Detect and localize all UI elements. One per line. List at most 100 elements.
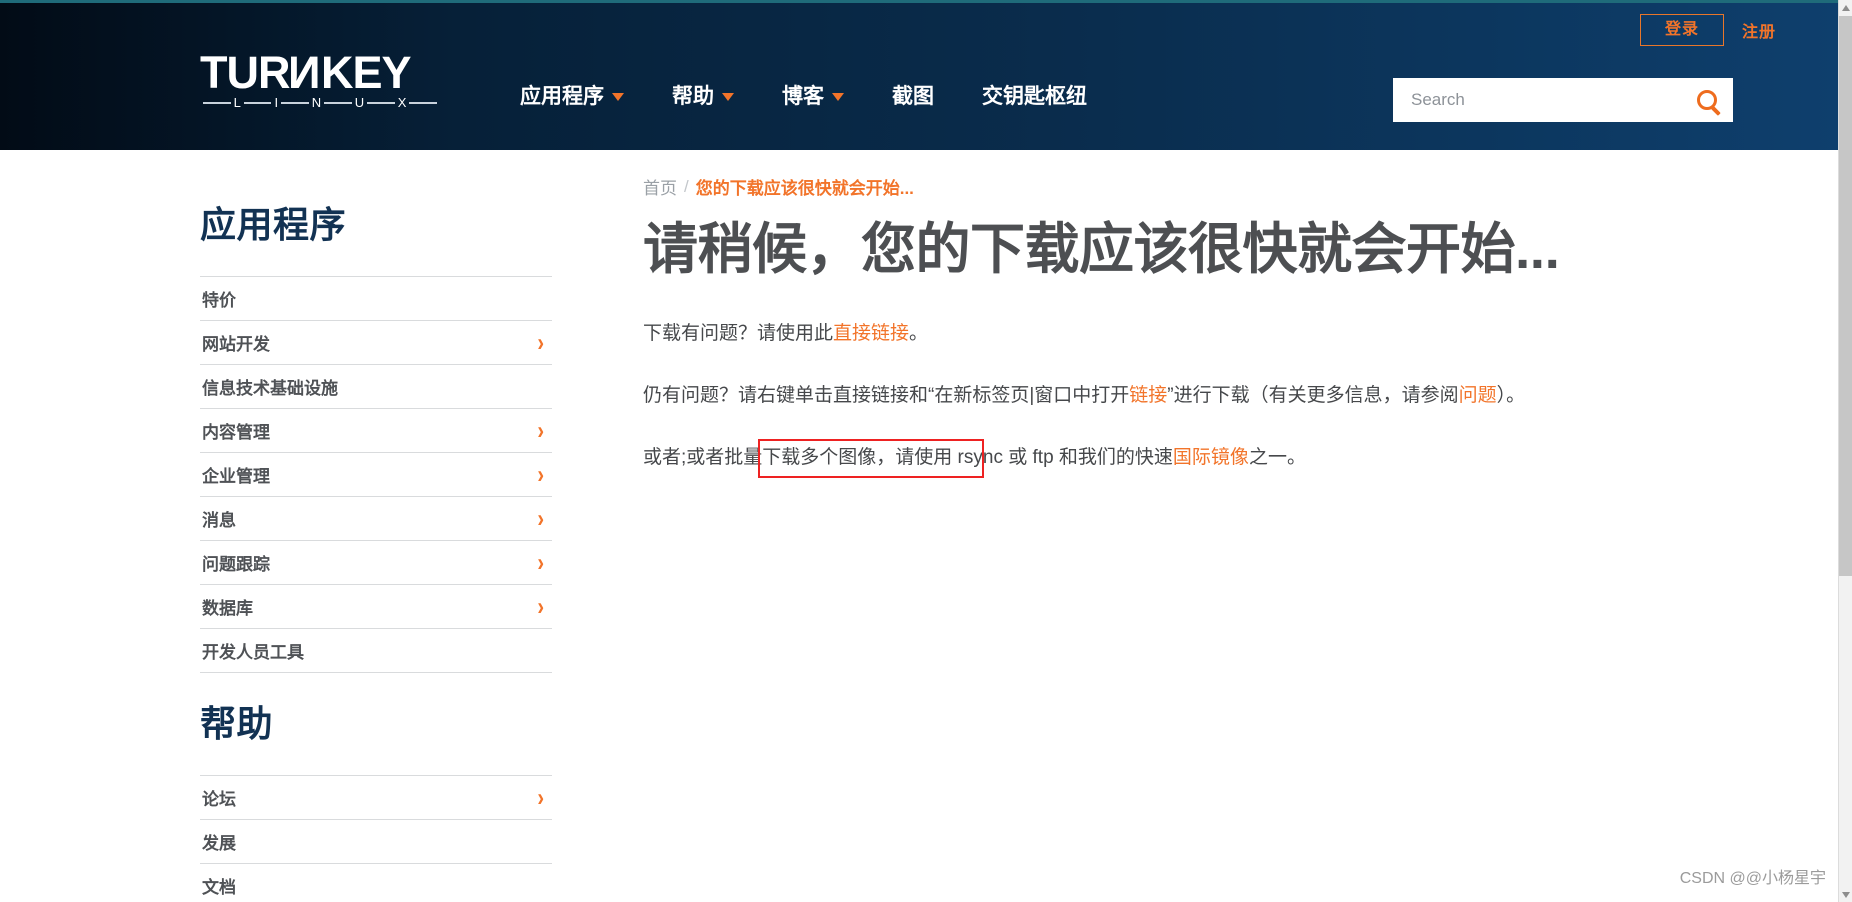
logo-dash	[281, 102, 309, 104]
sidebar-item-it-infrastructure[interactable]: 信息技术基础设施	[200, 365, 552, 409]
site-header: 登录 注册 TURNKEY L I N U X 应用程序 帮助 博客 截图 交钥…	[0, 0, 1838, 150]
paragraph-text: 下载有问题？请使用此	[643, 323, 834, 344]
login-button[interactable]: 登录	[1639, 14, 1724, 46]
logo-dash	[243, 102, 272, 104]
page-root: 登录 注册 TURNKEY L I N U X 应用程序 帮助 博客 截图 交钥…	[0, 0, 1852, 902]
chevron-up-icon	[1842, 4, 1850, 11]
chevron-right-icon: ›	[537, 592, 544, 621]
logo-wordmark: TURNKEY	[200, 47, 445, 98]
chevron-down-icon	[1842, 891, 1850, 898]
sidebar: 应用程序 特价 网站开发 › 信息技术基础设施 内容管理 › 企业管理 › 消息…	[200, 174, 552, 902]
chevron-right-icon: ›	[537, 460, 544, 489]
sidebar-item-label: 问题跟踪	[202, 555, 270, 574]
nav-item-label: 帮助	[672, 85, 714, 108]
sidebar-item-documentation[interactable]: 文档	[200, 864, 552, 902]
sidebar-list-help: 论坛 › 发展 文档	[200, 775, 552, 902]
paragraph-text: 仍有问题？请右键单击直接链接和“在新标签页|窗口中打开	[643, 385, 1130, 406]
watermark: CSDN @@小杨星宇	[1679, 870, 1826, 887]
sidebar-item-forum[interactable]: 论坛 ›	[200, 776, 552, 820]
chevron-right-icon: ›	[537, 328, 544, 357]
chevron-right-icon: ›	[537, 783, 544, 812]
breadcrumb-separator: /	[684, 176, 689, 196]
nav-item-turnkey-hub[interactable]: 交钥匙枢纽	[982, 80, 1087, 110]
sidebar-item-developer-tools[interactable]: 开发人员工具	[200, 629, 552, 673]
chevron-down-icon	[722, 93, 734, 101]
sidebar-item-web-development[interactable]: 网站开发 ›	[200, 321, 552, 365]
breadcrumb-current[interactable]: 您的下载应该很快就会开始...	[696, 174, 914, 199]
paragraph-direct-link: 下载有问题？请使用此直接链接。	[643, 319, 1663, 349]
sidebar-item-label: 信息技术基础设施	[202, 379, 338, 398]
paragraph-text: 或者;或者批量下载多个图像，请使用 rsync 或 ftp 和我们的快速	[643, 447, 1173, 468]
sidebar-item-label: 论坛	[202, 790, 236, 809]
breadcrumb: 首页 / 您的下载应该很快就会开始...	[643, 174, 1798, 199]
logo-sub-letter: U	[354, 95, 365, 110]
paragraph-still-problems: 仍有问题？请右键单击直接链接和“在新标签页|窗口中打开链接”进行下载（有关更多信…	[643, 381, 1663, 411]
logo-sub-letter: X	[397, 95, 407, 110]
auth-bar: 登录 注册	[1639, 14, 1776, 46]
nav-item-label: 截图	[892, 85, 934, 108]
chevron-right-icon: ›	[537, 416, 544, 445]
vertical-scrollbar[interactable]	[1838, 0, 1852, 902]
direct-link[interactable]: 直接链接	[833, 323, 909, 344]
sidebar-item-label: 开发人员工具	[202, 643, 304, 662]
sidebar-heading-apps: 应用程序	[200, 204, 347, 245]
scrollbar-down-button[interactable]	[1839, 887, 1852, 902]
logo-sub-letter: I	[274, 95, 279, 110]
search-button[interactable]	[1681, 78, 1733, 122]
scrollbar-up-button[interactable]	[1839, 0, 1852, 15]
sidebar-item-messaging[interactable]: 消息 ›	[200, 497, 552, 541]
sidebar-item-label: 数据库	[202, 599, 253, 618]
header-top-accent-line	[0, 0, 1838, 3]
logo-sub-letter: N	[311, 95, 322, 110]
logo-reversed-n: N	[289, 47, 321, 98]
sidebar-item-enterprise-management[interactable]: 企业管理 ›	[200, 453, 552, 497]
search-icon	[1697, 90, 1717, 110]
sidebar-item-label: 内容管理	[202, 423, 270, 442]
issue-link[interactable]: 问题	[1459, 385, 1497, 406]
logo-dash	[367, 102, 395, 104]
main-content: 首页 / 您的下载应该很快就会开始... 请稍候，您的下载应该很快就会开始...…	[552, 174, 1838, 902]
logo-text-part1: TUR	[200, 47, 290, 98]
chevron-right-icon: ›	[537, 504, 544, 533]
sidebar-heading-help: 帮助	[200, 703, 274, 744]
open-link-link[interactable]: 链接	[1129, 385, 1167, 406]
nav-item-apps[interactable]: 应用程序	[520, 80, 624, 110]
logo-subtitle-linux: L I N U X	[200, 95, 440, 110]
register-link[interactable]: 注册	[1742, 18, 1776, 42]
sidebar-item-development[interactable]: 发展	[200, 820, 552, 864]
sidebar-item-issue-tracking[interactable]: 问题跟踪 ›	[200, 541, 552, 585]
nav-item-screenshots[interactable]: 截图	[892, 80, 934, 110]
logo-text-part2: KEY	[320, 47, 412, 98]
search-box[interactable]	[1393, 78, 1733, 122]
paragraph-bulk-download: 或者;或者批量下载多个图像，请使用 rsync 或 ftp 和我们的快速国际镜像…	[643, 443, 1663, 473]
sidebar-item-label: 文档	[202, 878, 236, 897]
logo-sub-letter: L	[233, 95, 241, 110]
nav-item-label: 应用程序	[520, 85, 604, 108]
chevron-down-icon	[612, 93, 624, 101]
page-content: 应用程序 特价 网站开发 › 信息技术基础设施 内容管理 › 企业管理 › 消息…	[0, 150, 1838, 902]
breadcrumb-home-link[interactable]: 首页	[643, 174, 677, 199]
search-input[interactable]	[1393, 79, 1681, 121]
sidebar-item-label: 发展	[202, 834, 236, 853]
paragraph-text: ）。	[1496, 385, 1526, 406]
scrollbar-thumb[interactable]	[1839, 16, 1852, 576]
sidebar-item-label: 网站开发	[202, 335, 270, 354]
paragraph-text: ”进行下载（有关更多信息，请参阅	[1167, 385, 1459, 406]
logo-dash	[203, 102, 231, 104]
site-logo[interactable]: TURNKEY L I N U X	[200, 47, 445, 110]
sidebar-item-content-management[interactable]: 内容管理 ›	[200, 409, 552, 453]
sidebar-item-label: 消息	[202, 511, 236, 530]
chevron-down-icon	[832, 93, 844, 101]
sidebar-item-databases[interactable]: 数据库 ›	[200, 585, 552, 629]
paragraph-text: 之一。	[1248, 447, 1306, 468]
chevron-right-icon: ›	[537, 548, 544, 577]
logo-dash	[409, 102, 437, 104]
international-mirrors-link[interactable]: 国际镜像	[1173, 447, 1249, 468]
nav-item-help[interactable]: 帮助	[672, 80, 734, 110]
sidebar-item-label: 特价	[202, 291, 236, 310]
sidebar-item-special-offers[interactable]: 特价	[200, 277, 552, 321]
nav-item-blog[interactable]: 博客	[782, 80, 844, 110]
sidebar-item-label: 企业管理	[202, 467, 270, 486]
paragraph-text: 。	[909, 323, 929, 344]
main-navigation: 应用程序 帮助 博客 截图 交钥匙枢纽	[520, 80, 1087, 110]
